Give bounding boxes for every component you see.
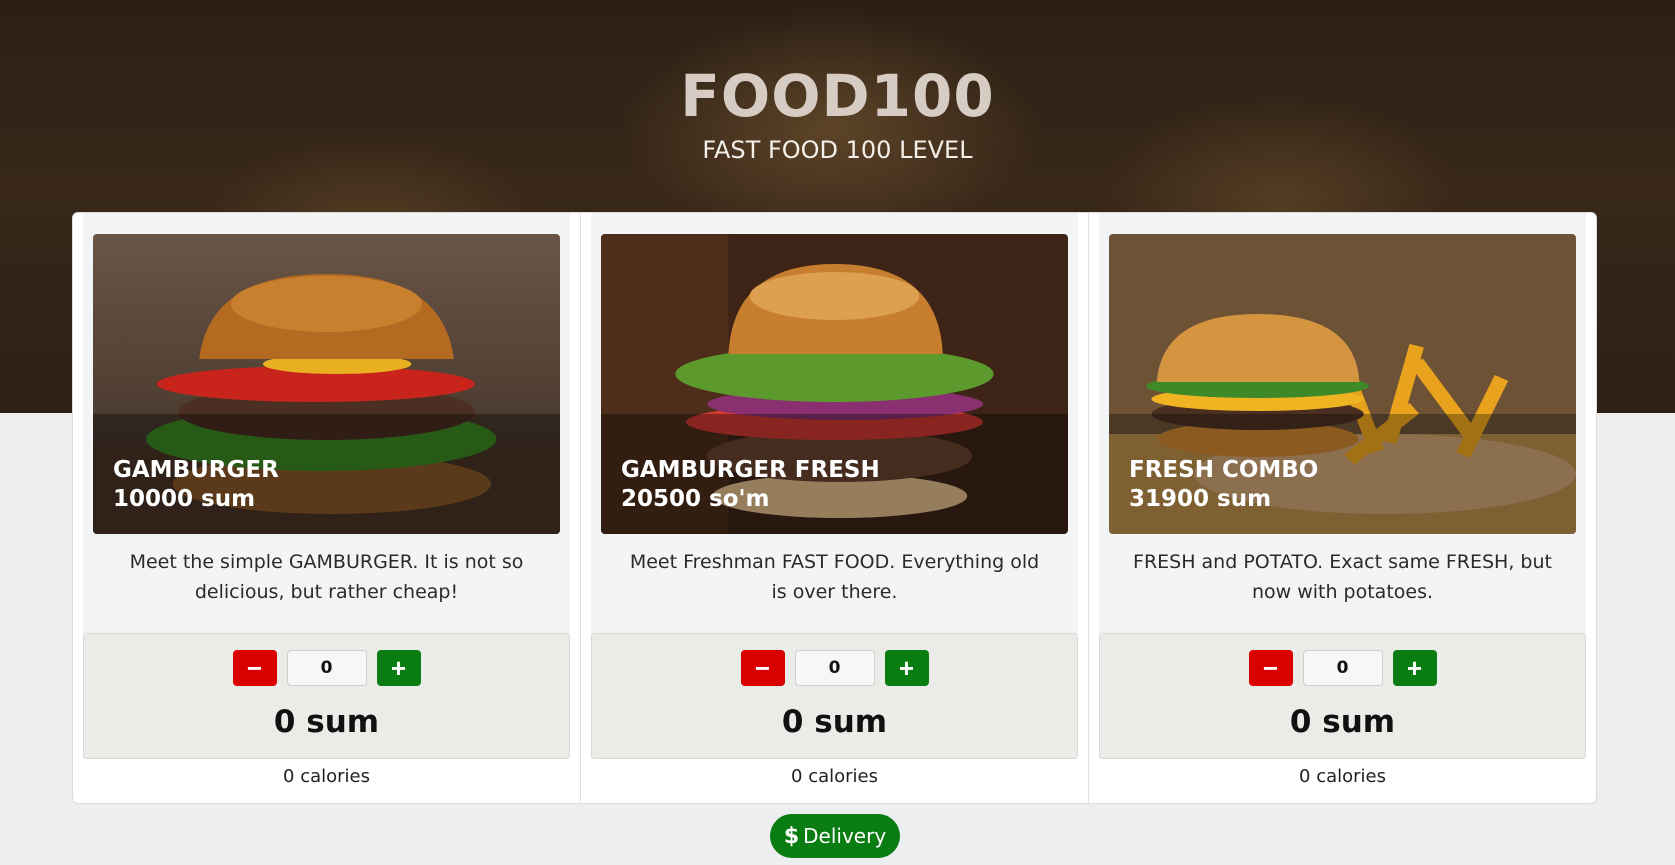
product-price: 10000 sum xyxy=(113,486,256,512)
product-card-gamburger-fresh: GAMBURGER FRESH 20500 so'm Meet Freshman… xyxy=(581,213,1089,803)
increase-button[interactable]: + xyxy=(376,650,421,686)
delivery-label: Delivery xyxy=(803,824,887,848)
site-subtitle: FAST FOOD 100 LEVEL xyxy=(702,136,973,164)
product-card-group: GAMBURGER 10000 sum Meet the simple GAMB… xyxy=(72,212,1597,804)
order-counter: − + 0 sum xyxy=(591,633,1078,759)
delivery-button[interactable]: $ Delivery xyxy=(770,814,900,858)
decrease-button[interactable]: − xyxy=(740,650,785,686)
product-description: Meet the simple GAMBURGER. It is not so … xyxy=(129,551,524,603)
site-title: FOOD100 xyxy=(680,62,995,130)
increase-button[interactable]: + xyxy=(884,650,929,686)
order-counter: − + 0 sum xyxy=(1099,633,1586,759)
product-card-fresh-combo: FRESH COMBO 31900 sum FRESH and POTATO. … xyxy=(1089,213,1596,803)
product-card-gamburger: GAMBURGER 10000 sum Meet the simple GAMB… xyxy=(73,213,581,803)
product-description: FRESH and POTATO. Exact same FRESH, but … xyxy=(1133,551,1552,603)
product-name: FRESH COMBO xyxy=(1129,457,1319,483)
product-caption: GAMBURGER FRESH 20500 so'm xyxy=(621,456,880,514)
dollar-icon: $ xyxy=(783,823,800,849)
quantity-input[interactable] xyxy=(286,650,367,686)
decrease-button[interactable]: − xyxy=(1248,650,1293,686)
product-price: 31900 sum xyxy=(1129,486,1272,512)
calories-label: 0 calories xyxy=(283,766,370,787)
decrease-button[interactable]: − xyxy=(232,650,277,686)
total-price: 0 sum xyxy=(273,704,380,740)
order-counter: − + 0 sum xyxy=(83,633,570,759)
product-caption: GAMBURGER 10000 sum xyxy=(113,456,279,514)
product-image: GAMBURGER 10000 sum xyxy=(93,234,560,534)
product-image: FRESH COMBO 31900 sum xyxy=(1109,234,1576,534)
product-caption: FRESH COMBO 31900 sum xyxy=(1129,456,1318,514)
product-image: GAMBURGER FRESH 20500 so'm xyxy=(601,234,1068,534)
product-price: 20500 so'm xyxy=(621,486,770,512)
quantity-input[interactable] xyxy=(1302,650,1383,686)
quantity-input[interactable] xyxy=(794,650,875,686)
product-description: Meet Freshman FAST FOOD. Everything old … xyxy=(629,551,1040,603)
total-price: 0 sum xyxy=(1289,704,1396,740)
calories-label: 0 calories xyxy=(1299,766,1386,787)
total-price: 0 sum xyxy=(781,704,888,740)
product-name: GAMBURGER xyxy=(113,457,279,483)
increase-button[interactable]: + xyxy=(1392,650,1437,686)
product-name: GAMBURGER FRESH xyxy=(621,457,880,483)
calories-label: 0 calories xyxy=(791,766,878,787)
